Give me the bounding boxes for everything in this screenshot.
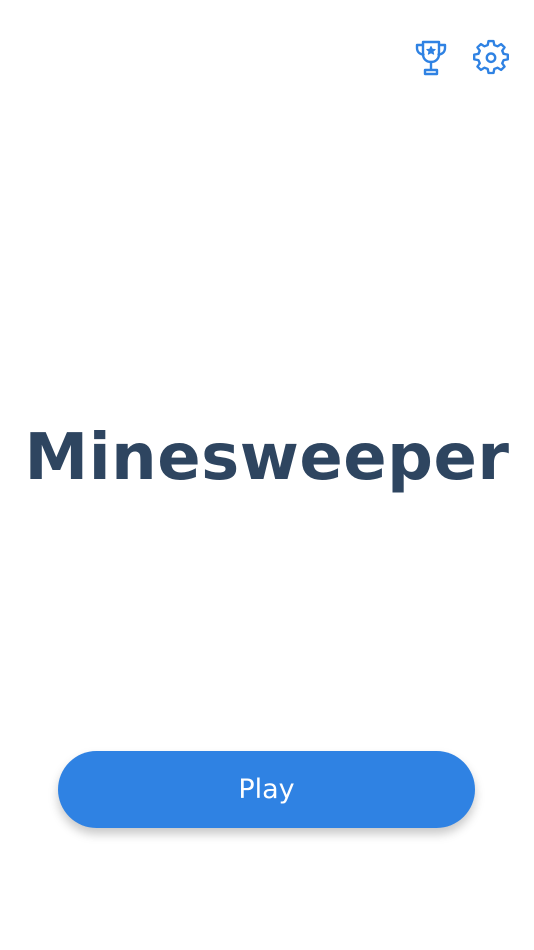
settings-button[interactable]: [472, 38, 510, 78]
top-actions: [412, 38, 510, 78]
trophy-icon: [413, 39, 449, 77]
play-button-label: Play: [238, 774, 295, 805]
play-button[interactable]: Play: [58, 751, 475, 828]
gear-icon: [473, 39, 509, 77]
leaderboard-button[interactable]: [412, 38, 450, 78]
game-title: Minesweeper: [24, 421, 510, 495]
home-screen: Minesweeper Play: [0, 0, 534, 950]
